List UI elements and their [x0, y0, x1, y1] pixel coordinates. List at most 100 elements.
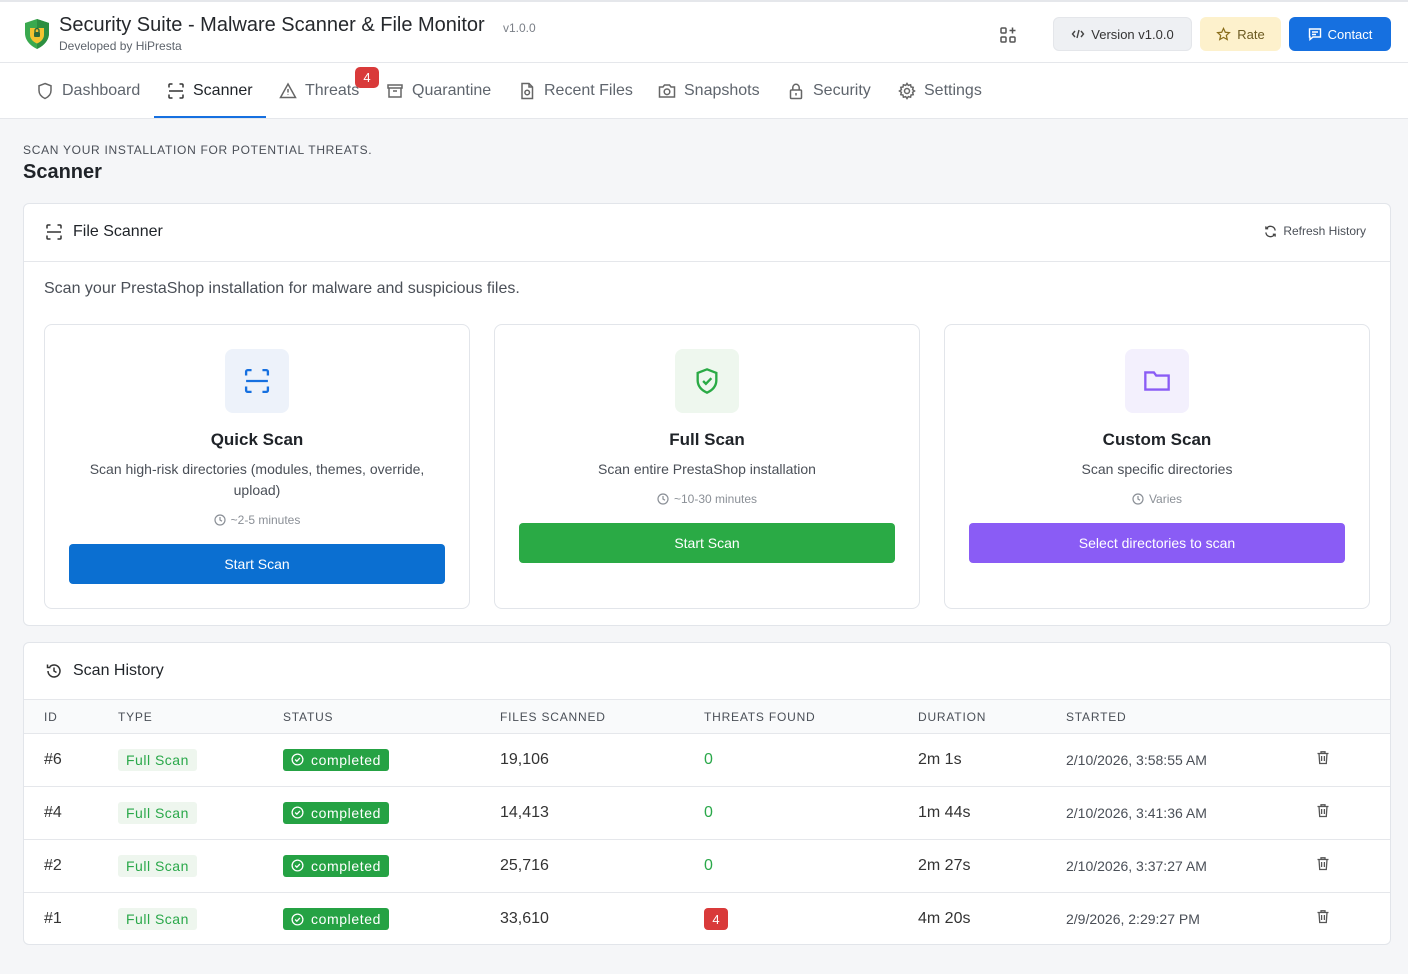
- column-header: TYPE: [118, 699, 283, 734]
- tab-recent-files[interactable]: Recent Files: [518, 63, 633, 119]
- contact-button-label: Contact: [1327, 26, 1373, 42]
- code-icon: [1071, 29, 1085, 39]
- table-row: #4 Full Scan completed 14,413 0 1m 44s 2…: [24, 786, 1390, 840]
- quick-scan-icon-box: [225, 349, 289, 413]
- full-scan-title: Full Scan: [669, 430, 745, 449]
- table-row: #1 Full Scan completed 33,610 4 4m 20s 2…: [24, 893, 1390, 946]
- full-scan-card: Full Scan Scan entire PrestaShop install…: [494, 324, 920, 609]
- table-header-row: ID TYPE STATUS FILES SCANNED THREATS FOU…: [24, 699, 1390, 734]
- column-header: STARTED: [1066, 699, 1316, 734]
- status-badge: completed: [283, 854, 389, 877]
- apps-grid-icon[interactable]: [996, 24, 1020, 46]
- threats-found: 0: [704, 751, 713, 768]
- scan-started: 2/9/2026, 2:29:27 PM: [1066, 911, 1200, 928]
- scan-type-pill: Full Scan: [118, 855, 197, 877]
- status-text: completed: [311, 857, 381, 874]
- tab-snapshots[interactable]: Snapshots: [658, 63, 760, 119]
- scan-history-card: Scan History ID TYPE STATUS FILES SCANNE…: [23, 642, 1391, 945]
- full-scan-icon-box: [675, 349, 739, 413]
- scan-duration: 1m 44s: [918, 786, 1066, 840]
- scan-type-pill: Full Scan: [118, 749, 197, 771]
- threats-count-badge: 4: [355, 67, 379, 88]
- files-scanned: 14,413: [500, 786, 704, 840]
- scan-icon: [168, 83, 184, 99]
- tab-quarantine[interactable]: Quarantine: [386, 63, 491, 119]
- quick-scan-time-text: ~2-5 minutes: [230, 513, 301, 527]
- gear-icon: [898, 82, 916, 100]
- tab-scanner[interactable]: Scanner: [167, 63, 253, 119]
- warning-icon: [279, 82, 297, 99]
- table-row: #2 Full Scan completed 25,716 0 2m 27s 2…: [24, 839, 1390, 893]
- full-scan-time-text: ~10-30 minutes: [673, 492, 758, 506]
- trash-icon[interactable]: [1316, 803, 1330, 818]
- scan-history-title-text: Scan History: [73, 662, 164, 679]
- scan-type-pill: Full Scan: [118, 802, 197, 824]
- quick-scan-title: Quick Scan: [210, 430, 304, 449]
- status-text: completed: [311, 804, 381, 821]
- shield-logo-icon: [25, 19, 49, 49]
- rate-button-label: Rate: [1237, 26, 1265, 42]
- full-scan-time: ~10-30 minutes: [495, 492, 919, 506]
- check-circle-icon: [291, 912, 304, 926]
- refresh-history-button[interactable]: Refresh History: [1264, 224, 1366, 238]
- folder-icon: [1144, 371, 1170, 391]
- clock-icon: [214, 514, 226, 526]
- scan-id: #4: [24, 786, 118, 840]
- scan-id: #2: [24, 839, 118, 893]
- scan-duration: 4m 20s: [918, 910, 971, 928]
- check-circle-icon: [291, 753, 304, 766]
- tab-label: Snapshots: [684, 82, 760, 99]
- scan-icon: [46, 224, 62, 240]
- file-scanner-title: File Scanner: [45, 223, 163, 241]
- message-icon: [1308, 28, 1321, 41]
- refresh-icon: [1265, 225, 1277, 237]
- trash-icon[interactable]: [1316, 909, 1330, 924]
- check-circle-icon: [291, 859, 304, 872]
- status-badge: completed: [283, 801, 389, 824]
- quick-scan-description: Scan high-risk directories (modules, the…: [89, 461, 425, 498]
- quick-scan-time: ~2-5 minutes: [45, 513, 469, 527]
- archive-icon: [387, 84, 403, 98]
- trash-icon[interactable]: [1316, 856, 1330, 871]
- tab-label: Threats: [305, 82, 360, 99]
- rate-button[interactable]: Rate: [1200, 17, 1281, 51]
- scan-started: 2/10/2026, 3:41:36 AM: [1066, 786, 1316, 840]
- full-scan-start-button[interactable]: Start Scan: [519, 523, 895, 563]
- tab-label: Settings: [924, 82, 982, 99]
- tab-dashboard[interactable]: Dashboard: [36, 63, 140, 119]
- files-scanned: 33,610: [500, 910, 549, 928]
- custom-scan-time-text: Varies: [1148, 492, 1183, 506]
- table-row: #6 Full Scan completed 19,106 0 2m 1s 2/…: [24, 733, 1390, 787]
- contact-button[interactable]: Contact: [1289, 17, 1391, 51]
- status-text: completed: [311, 911, 381, 927]
- clock-icon: [657, 493, 669, 505]
- app-header: Security Suite - Malware Scanner & File …: [0, 0, 1408, 63]
- file-scanner-card: File Scanner Refresh History Scan your P…: [23, 203, 1391, 626]
- tab-threats[interactable]: Threats: [279, 63, 359, 119]
- card-divider: [24, 261, 1390, 262]
- tab-settings[interactable]: Settings: [898, 63, 982, 119]
- threats-found-badge: 4: [704, 908, 728, 931]
- version-button[interactable]: Version v1.0.0: [1053, 17, 1192, 51]
- custom-scan-icon-box: [1125, 349, 1189, 413]
- custom-scan-description: Scan specific directories: [1081, 461, 1233, 477]
- files-scanned: 25,716: [500, 839, 704, 893]
- scan-history-title: Scan History: [45, 662, 164, 680]
- status-text: completed: [311, 751, 381, 768]
- tab-security[interactable]: Security: [787, 63, 871, 119]
- custom-scan-select-button[interactable]: Select directories to scan: [969, 523, 1345, 563]
- column-header: FILES SCANNED: [500, 699, 704, 734]
- tab-label: Security: [813, 82, 871, 99]
- full-scan-description: Scan entire PrestaShop installation: [598, 461, 816, 477]
- column-header-actions: [1316, 699, 1390, 734]
- column-header: THREATS FOUND: [704, 699, 918, 734]
- app-subtitle: Developed by HiPresta: [59, 39, 182, 53]
- threats-found: 0: [704, 804, 713, 821]
- scan-icon: [244, 368, 270, 394]
- version-button-label: Version v1.0.0: [1091, 26, 1174, 42]
- file-icon: [521, 82, 534, 100]
- trash-icon[interactable]: [1316, 750, 1330, 765]
- status-badge: completed: [283, 908, 389, 930]
- scan-id: #1: [44, 910, 62, 928]
- quick-scan-start-button[interactable]: Start Scan: [69, 544, 445, 584]
